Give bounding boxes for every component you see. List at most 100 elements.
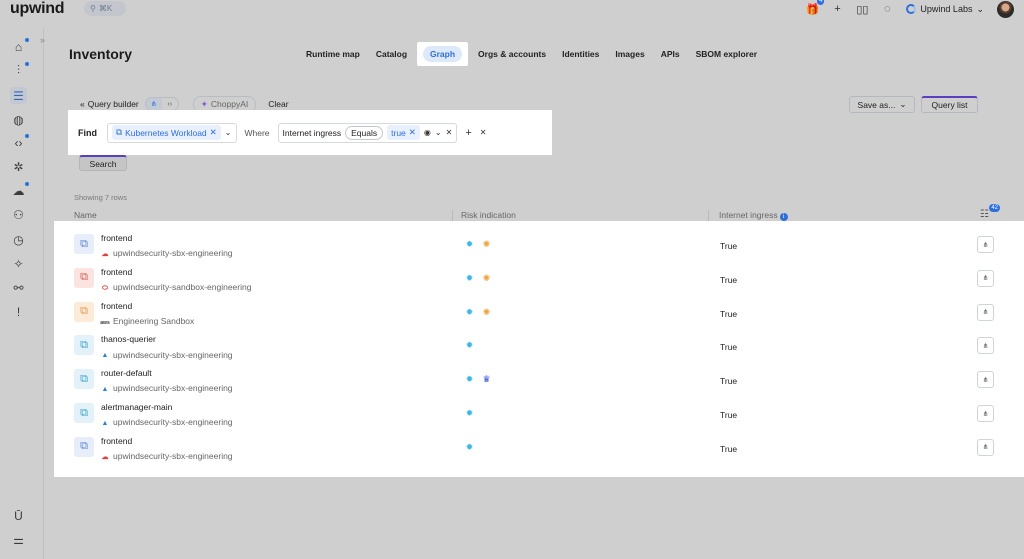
row-name[interactable]: frontend: [101, 233, 132, 243]
inventory-icon[interactable]: ☰: [10, 87, 27, 104]
row-account-label: upwindsecurity-sbx-engineering: [113, 383, 233, 394]
chevron-down-icon: ⌄: [976, 3, 984, 14]
search-shortcut: ⌘K: [98, 4, 113, 13]
row-name[interactable]: thanos-querier: [101, 334, 156, 344]
clock-icon[interactable]: ◷: [10, 231, 27, 248]
row-name[interactable]: frontend: [101, 436, 132, 446]
book-icon[interactable]: ▯▯: [856, 3, 868, 16]
table-row[interactable]: ⧉ alertmanager-main ▲ upwindsecurity-sbx…: [54, 397, 1024, 431]
graph-mode-icon[interactable]: ⋔: [145, 98, 162, 110]
upwind-logo[interactable]: upwind: [10, 0, 64, 18]
row-ingress: True: [720, 241, 738, 251]
table-row[interactable]: ⧉ frontend ☁ upwindsecurity-sbx-engineer…: [54, 431, 1024, 465]
tab-graph[interactable]: Graph: [417, 42, 469, 66]
tab-sbom-explorer[interactable]: SBOM explorer: [688, 42, 765, 66]
kubernetes-icon: ✹: [465, 408, 474, 418]
row-name[interactable]: router-default: [101, 368, 152, 378]
tab-apis[interactable]: APIs: [653, 42, 688, 66]
row-account-label: upwindsecurity-sbx-engineering: [113, 417, 233, 428]
globe-icon[interactable]: ◍: [10, 111, 27, 128]
open-graph-button[interactable]: ⋔: [977, 405, 994, 422]
tab-images[interactable]: Images: [607, 42, 652, 66]
tab-runtime-map[interactable]: Runtime map: [298, 42, 368, 66]
find-panel: Find ⧉ Kubernetes Workload ✕ ⌄ Where Int…: [68, 110, 552, 155]
risk-indicators: ✹ ✺: [465, 273, 491, 283]
save-as-button[interactable]: Save as... ⌄: [849, 96, 915, 113]
global-search-button[interactable]: ⚲ ⌘K: [84, 1, 126, 16]
eye-icon[interactable]: ◉: [424, 128, 431, 137]
table-row[interactable]: ⧉ frontend ☁ upwindsecurity-sbx-engineer…: [54, 228, 1024, 262]
open-graph-button[interactable]: ⋔: [977, 303, 994, 321]
table-row[interactable]: ⧉ thanos-querier ▲ upwindsecurity-sbx-en…: [54, 329, 1024, 363]
column-settings-icon[interactable]: ☷ 42: [980, 204, 1000, 221]
plus-icon[interactable]: +: [831, 3, 843, 15]
gift-icon[interactable]: 🎁 4: [806, 0, 825, 16]
results-table: ⧉ frontend ☁ upwindsecurity-sbx-engineer…: [54, 221, 1024, 477]
user-icon[interactable]: ⚇: [10, 206, 27, 223]
upwind-mark-icon[interactable]: Ū: [10, 507, 27, 524]
collapse-sidebar-icon[interactable]: »: [40, 35, 45, 45]
org-switcher[interactable]: Upwind Labs ⌄: [906, 4, 984, 15]
info-icon[interactable]: i: [779, 213, 788, 221]
search-button[interactable]: Search: [79, 155, 127, 171]
risk-indicators: ✹: [465, 408, 474, 418]
remove-value-icon[interactable]: ✕: [409, 127, 416, 138]
open-graph-button[interactable]: ⋔: [977, 269, 994, 287]
tab-identities[interactable]: Identities: [554, 42, 607, 66]
condition-operator[interactable]: Equals: [345, 125, 384, 140]
table-row[interactable]: ⧉ frontend ⬭ upwindsecurity-sandbox-engi…: [54, 262, 1024, 296]
open-graph-button[interactable]: ⋔: [977, 236, 994, 253]
column-header-ingress[interactable]: Internet ingress i: [719, 210, 788, 221]
workload-icon: ⧉: [74, 335, 94, 356]
row-account-label: Engineering Sandbox: [113, 316, 195, 327]
tab-catalog[interactable]: Catalog: [368, 42, 415, 66]
chevron-down-icon[interactable]: ⌄: [435, 128, 442, 137]
query-list-button[interactable]: Query list: [921, 96, 978, 113]
sidebar: ⌂ ⫶ ☰ ◍ ‹› ✲ ☁ ⚇ ◷ ✧ ⚯ ! Ū ⚌: [0, 28, 38, 559]
table-row[interactable]: ⧉ router-default ▲ upwindsecurity-sbx-en…: [54, 363, 1024, 397]
row-ingress: True: [720, 410, 738, 420]
home-icon[interactable]: ⌂: [10, 38, 29, 55]
row-ingress: True: [720, 274, 738, 285]
row-name[interactable]: frontend: [101, 267, 132, 277]
row-name[interactable]: frontend: [101, 301, 132, 311]
condition-field[interactable]: Internet ingress: [283, 128, 342, 138]
column-header-risk[interactable]: Risk indication: [461, 210, 516, 220]
add-condition-icon[interactable]: +: [465, 127, 471, 139]
row-account: ▲ upwindsecurity-sbx-engineering: [101, 417, 233, 428]
entity-select[interactable]: ⧉ Kubernetes Workload ✕ ⌄: [107, 122, 237, 143]
condition-value: true: [391, 127, 406, 138]
code-icon[interactable]: ‹›: [10, 134, 29, 151]
remove-entity-icon[interactable]: ✕: [210, 127, 217, 138]
workload-icon: ⧉: [116, 127, 123, 137]
user-avatar[interactable]: [997, 0, 1014, 18]
sparkle-icon[interactable]: ✧: [10, 255, 27, 272]
open-graph-button[interactable]: ⋔: [977, 371, 994, 389]
condition-value-tag[interactable]: true ✕: [387, 125, 420, 140]
row-account: ☁ upwindsecurity-sbx-engineering: [101, 248, 233, 258]
alert-icon[interactable]: !: [10, 303, 27, 320]
open-graph-button[interactable]: ⋔: [977, 337, 994, 355]
waveform-icon[interactable]: ⫶: [10, 62, 29, 79]
query-builder-toggle[interactable]: « Query builder: [80, 99, 139, 109]
cloud-icon[interactable]: ☁: [10, 182, 29, 199]
chevron-down-icon[interactable]: ⌄: [225, 128, 232, 137]
column-header-name[interactable]: Name: [74, 210, 97, 220]
row-name[interactable]: alertmanager-main: [101, 402, 172, 412]
condition-block[interactable]: Internet ingress Equals true ✕ ◉ ⌄ ✕: [277, 122, 458, 143]
code-mode-icon[interactable]: ‹›: [162, 98, 178, 110]
share-icon[interactable]: ⚯: [10, 279, 27, 296]
bug-icon[interactable]: ✲: [10, 158, 27, 175]
row-count: Showing 7 rows: [74, 193, 127, 202]
remove-condition-icon[interactable]: ✕: [446, 128, 453, 137]
clear-button[interactable]: Clear: [268, 99, 288, 109]
gcp-cloud-icon: ☁: [101, 251, 109, 258]
workload-icon: ⧉: [74, 234, 94, 254]
open-graph-button[interactable]: ⋔: [977, 438, 994, 456]
chat-icon[interactable]: ◌: [881, 3, 893, 15]
tab-orgs-accounts[interactable]: Orgs & accounts: [470, 42, 554, 66]
table-row[interactable]: ⧉ frontend aws Engineering Sandbox ✹ ✺ Tr…: [54, 296, 1024, 330]
close-icon[interactable]: ✕: [480, 128, 487, 137]
find-label: Find: [78, 127, 97, 138]
sliders-icon[interactable]: ⚌: [10, 531, 27, 548]
